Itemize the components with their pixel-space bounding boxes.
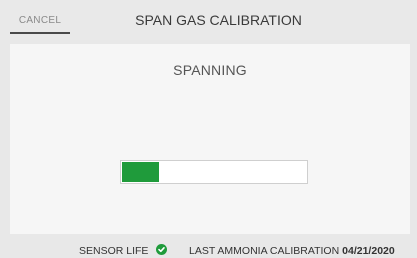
calibration-screen: CANCEL SPAN GAS CALIBRATION SPANNING SEN… — [0, 0, 417, 258]
last-calibration-date: 04/21/2020 — [342, 245, 395, 257]
header-bar: CANCEL SPAN GAS CALIBRATION — [0, 0, 417, 40]
cancel-button[interactable]: CANCEL — [10, 8, 70, 34]
last-calibration: LAST AMMONIA CALIBRATION 04/21/2020 — [189, 245, 395, 257]
status-text: SPANNING — [173, 62, 247, 78]
content-panel: SPANNING — [10, 44, 410, 234]
page-title: SPAN GAS CALIBRATION — [135, 12, 302, 28]
last-calibration-label: LAST AMMONIA CALIBRATION — [189, 245, 340, 257]
progress-bar — [120, 160, 308, 184]
sensor-life-label: SENSOR LIFE — [79, 245, 149, 257]
check-circle-icon — [156, 244, 167, 255]
progress-bar-fill — [122, 162, 159, 182]
status-footer: SENSOR LIFE LAST AMMONIA CALIBRATION 04/2… — [0, 240, 417, 258]
